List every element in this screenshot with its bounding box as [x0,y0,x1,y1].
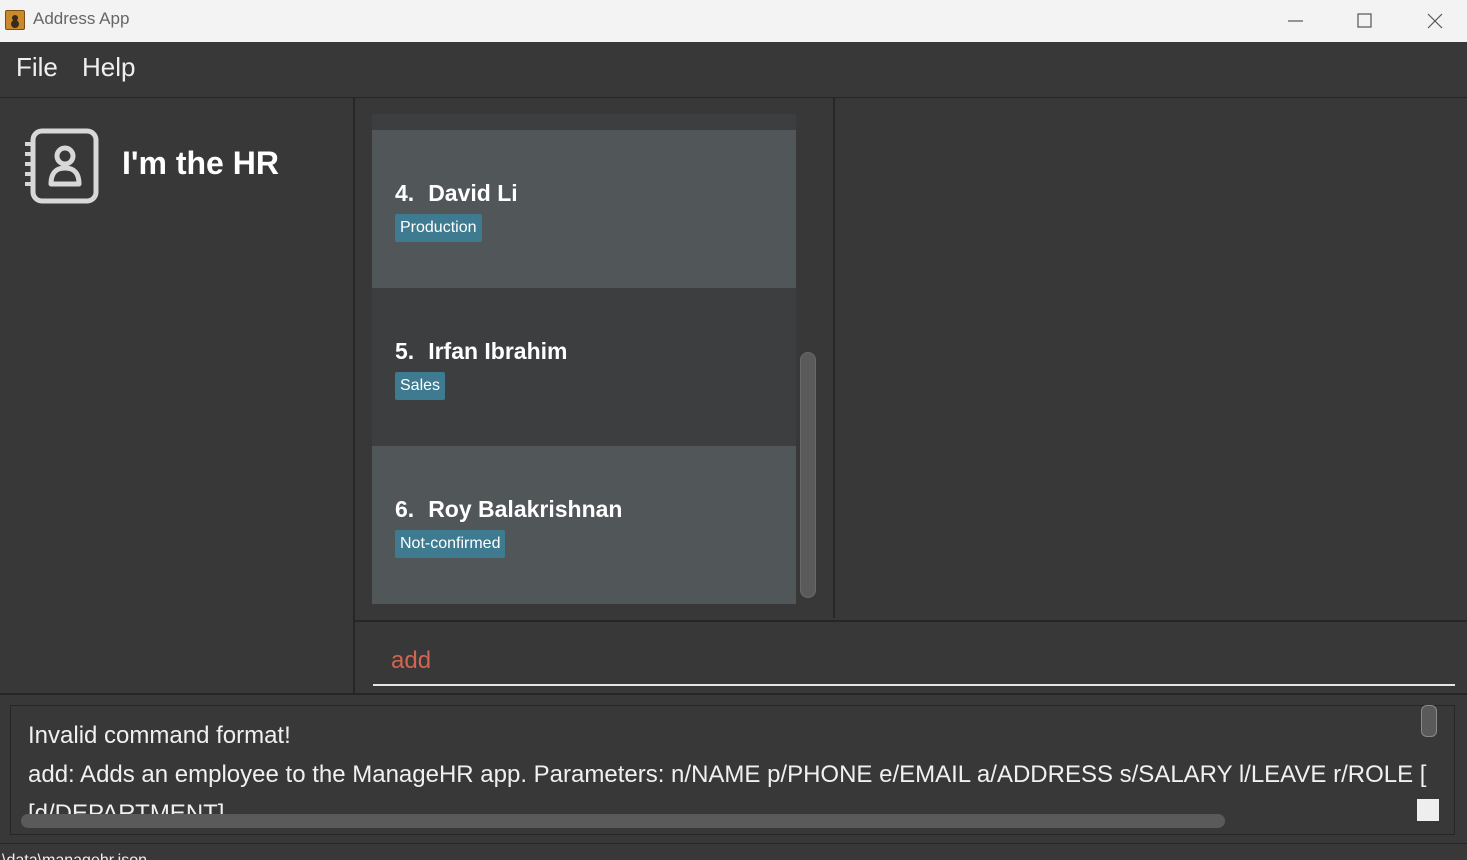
address-book-icon [25,128,99,204]
title-bar: Address App [0,0,1467,42]
result-panel: Invalid command format! add: Adds an emp… [0,693,1467,845]
command-panel [355,620,1467,695]
result-vertical-scrollbar[interactable] [1421,705,1437,737]
command-input[interactable] [373,638,1455,686]
result-display[interactable]: Invalid command format! add: Adds an emp… [10,705,1455,835]
person-index: 4. [395,180,415,206]
menu-bar: File Help [0,42,1467,98]
person-tag: Production [395,214,482,242]
menu-help[interactable]: Help [82,52,135,83]
result-line-1: Invalid command format! [28,722,291,749]
sidebar: I'm the HR [0,98,355,693]
maximize-button[interactable] [1342,0,1388,42]
maximize-icon [1357,13,1372,28]
person-tag: Not-confirmed [395,530,506,558]
result-line-2: add: Adds an employee to the ManageHR ap… [28,761,1427,788]
app-icon [5,10,25,30]
person-index: 6. [395,496,415,522]
person-name-text: Irfan Ibrahim [428,338,568,364]
person-tag: Sales [395,372,446,400]
person-name: 4. David Li [395,180,518,207]
scroll-corner [1417,799,1439,821]
person-index: 5. [395,338,415,364]
person-name-text: Roy Balakrishnan [428,496,623,522]
minimize-button[interactable] [1273,0,1319,42]
menu-file[interactable]: File [16,52,58,83]
minimize-icon [1288,20,1303,22]
person-name: 6. Roy Balakrishnan [395,496,622,523]
status-bar: \data\managehr.json [0,843,1467,860]
person-name: 5. Irfan Ibrahim [395,338,568,365]
person-card[interactable]: 5. Irfan Ibrahim Sales [372,288,796,446]
close-button[interactable] [1412,0,1458,42]
app-heading: I'm the HR [122,145,279,181]
person-list[interactable]: 4. David Li Production 5. Irfan Ibrahim Sa… [372,114,796,604]
person-list-panel: 4. David Li Production 5. Irfan Ibrahim Sa… [355,98,835,618]
close-icon [1427,13,1443,29]
detail-panel [835,98,1467,618]
person-name-text: David Li [428,180,518,206]
window-title: Address App [33,9,130,28]
person-card[interactable]: 6. Roy Balakrishnan Not-confirmed [372,446,796,604]
result-horizontal-scrollbar[interactable] [21,814,1225,828]
person-list-scrollbar[interactable] [800,352,816,598]
person-card[interactable]: 4. David Li Production [372,130,796,288]
